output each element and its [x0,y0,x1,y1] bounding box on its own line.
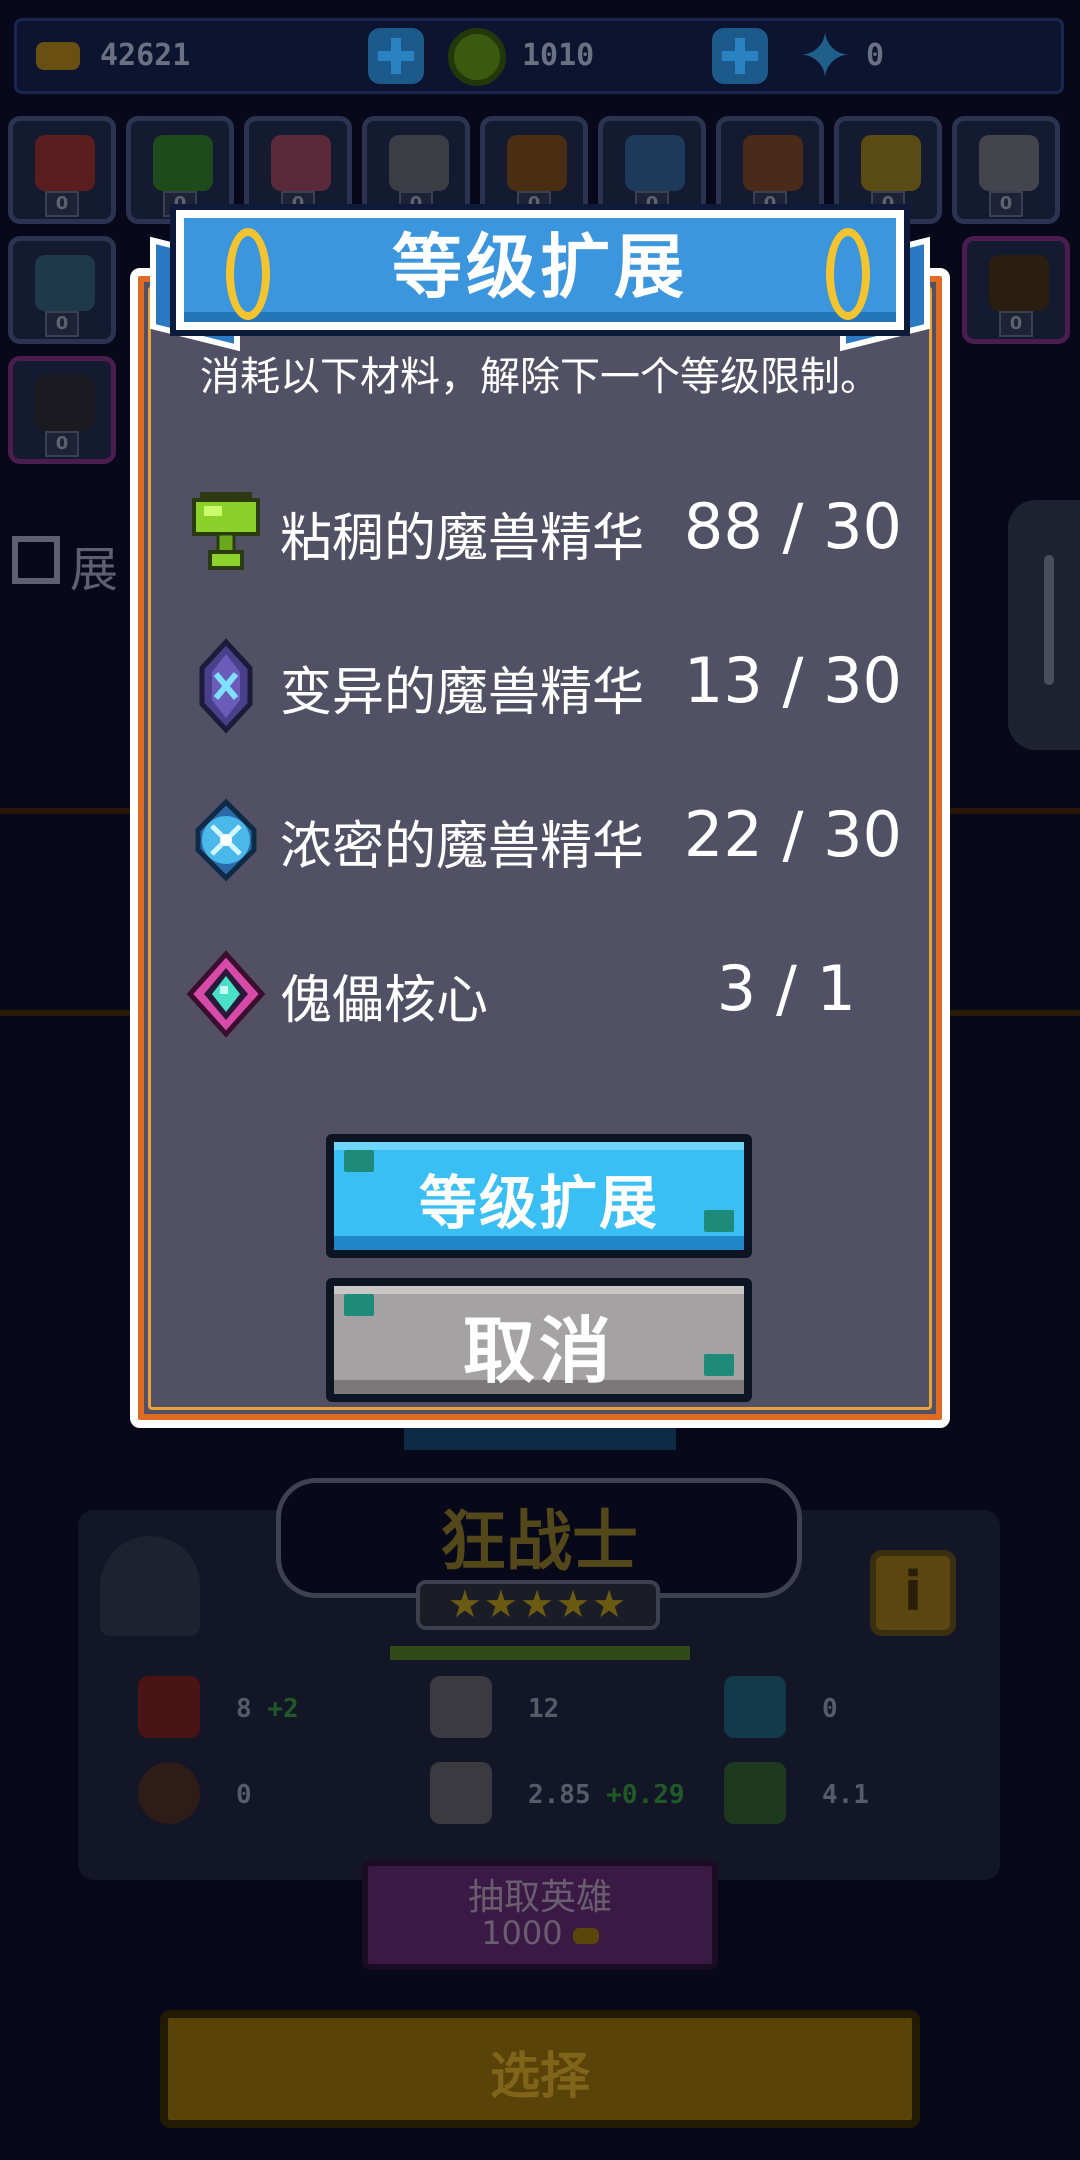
hero-slot[interactable]: 0 [598,116,706,224]
checkbox-icon[interactable] [12,536,60,584]
dialog-bottom-tab [404,1428,676,1450]
move-speed-value: 4.1 [822,1780,869,1810]
level-expand-button-label: 等级扩展 [418,1169,659,1237]
cancel-button-label: 取消 [462,1309,615,1393]
info-button[interactable]: i [870,1550,956,1636]
dense-essence-icon [195,798,257,882]
add-gem-icon[interactable] [712,28,768,84]
hero-slot[interactable]: 0 [952,116,1060,224]
cancel-button[interactable]: 取消 [326,1278,752,1402]
expand-label: 展 [70,542,119,598]
material-count: 22 / 30 [683,798,902,871]
gold-amount: 42621 [100,38,191,73]
material-count: 88 / 30 [683,490,902,563]
material-name: 粘稠的魔兽精华 [280,509,645,569]
material-row: 粘稠的魔兽精华 88 / 30 [186,482,916,582]
hero-slot[interactable]: 0 [244,116,352,224]
shield-heart-icon [724,1676,786,1738]
hero-progress-bar [390,1646,690,1660]
material-row: 傀儡核心 3 / 1 [186,944,916,1044]
add-gold-icon[interactable] [368,28,424,84]
attack-value: 12 [528,1694,560,1724]
mutant-essence-icon [199,638,253,734]
gold-coin-icon [36,42,80,70]
hero-slot[interactable]: 0 [480,116,588,224]
dialog-description: 消耗以下材料，解除下一个等级限制。 [200,354,880,400]
sword-icon [430,1676,492,1738]
select-label: 选择 [490,2047,590,2105]
hero-slot[interactable]: 0 [716,116,824,224]
material-name: 变异的魔兽精华 [280,663,645,723]
hero-slot[interactable]: 0 [126,116,234,224]
dialog-title: 等级扩展 [392,226,688,308]
side-drawer-handle[interactable] [1008,500,1080,750]
hero-slot[interactable]: 0 [362,116,470,224]
hero-slot[interactable]: 0 [8,356,116,464]
hero-slot[interactable]: 0 [8,236,116,344]
draw-hero-label: 抽取英雄 [467,1877,612,1918]
material-name: 浓密的魔兽精华 [280,817,645,877]
shield-value: 0 [822,1694,838,1724]
hp-value: 8 +2 [236,1694,299,1724]
golem-core-icon [186,950,266,1038]
hero-name: 狂战士 [440,1503,638,1580]
level-expand-button[interactable]: 等级扩展 [326,1134,752,1258]
hero-slot[interactable]: 0 [8,116,116,224]
attack-speed-icon [430,1762,492,1824]
draw-hero-cost: 1000 [362,1914,718,1952]
hero-stars: ★★★★★ [416,1580,660,1630]
armor-value: 0 [236,1780,252,1810]
material-row: 变异的魔兽精华 13 / 30 [186,636,916,736]
hero-slot[interactable]: 0 [962,236,1070,344]
gem-amount: 1010 [522,38,595,73]
coin-icon [572,1928,599,1944]
material-count: 3 / 1 [716,952,856,1025]
material-count: 13 / 30 [683,644,902,717]
class-icon [100,1536,200,1636]
hero-slot[interactable]: 0 [834,116,942,224]
material-row: 浓密的魔兽精华 22 / 30 [186,790,916,890]
gem-icon [448,28,506,86]
boot-icon [724,1762,786,1824]
attack-speed-value: 2.85 +0.29 [528,1780,685,1810]
heart-icon [138,1676,200,1738]
armor-icon [138,1762,200,1824]
sticky-essence-icon [192,492,260,570]
sparkle-amount: 0 [866,38,885,73]
sparkle-icon: ✦ [798,20,852,94]
material-name: 傀儡核心 [280,971,489,1031]
